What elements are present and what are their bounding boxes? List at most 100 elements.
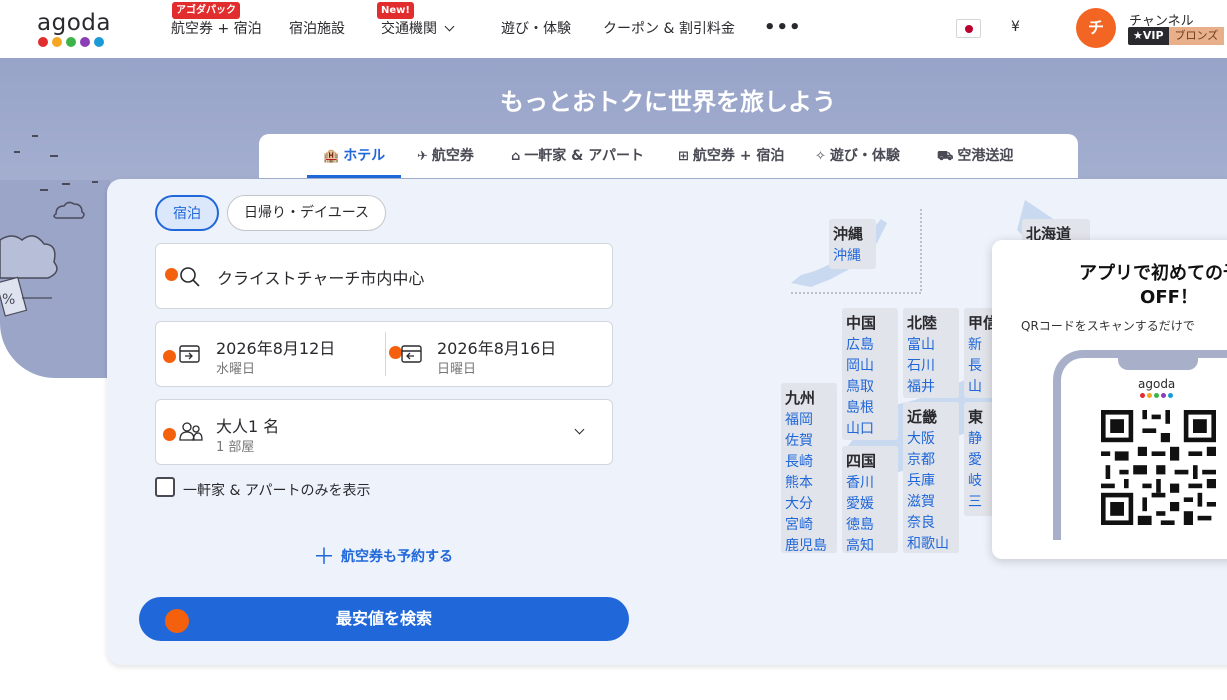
pref-link[interactable]: 富山 (907, 335, 959, 356)
nav-accommodation[interactable]: 宿泊施設 (289, 18, 345, 38)
pref-link[interactable]: 愛 (968, 450, 994, 471)
nav-coupons[interactable]: クーポン & 割引料金 (603, 18, 735, 38)
pref-link[interactable]: 鹿児島 (785, 536, 837, 557)
nav-flight-hotel[interactable]: 航空券 + 宿泊 (171, 18, 262, 38)
pref-link[interactable]: 石川 (907, 356, 959, 377)
region-tokai[interactable]: 東 静 愛 岐 三 (964, 402, 994, 516)
pref-link[interactable]: 大阪 (907, 429, 959, 450)
cloud-illustration: % (0, 135, 98, 317)
pref-link[interactable]: 山口 (846, 419, 898, 440)
region-kinki[interactable]: 近畿 大阪 京都 兵庫 滋賀 奈良 和歌山 (903, 402, 959, 553)
tab-activities[interactable]: ✧ 遊び・体験 (815, 134, 900, 178)
currency-selector[interactable]: ¥ (1011, 19, 1020, 35)
tab-airport-transfer[interactable]: ⛟ 空港送迎 (937, 134, 1013, 178)
pref-link[interactable]: 岡山 (846, 356, 898, 377)
pref-link[interactable]: 大分 (785, 494, 837, 515)
checkin-date[interactable]: 2026年8月12日 (216, 335, 335, 359)
tab-packages[interactable]: ⊞ 航空券 + 宿泊 (678, 134, 784, 178)
pref-link[interactable]: 山 (968, 377, 994, 398)
nav-transport[interactable]: 交通機関 (381, 18, 455, 38)
stay-type-dayuse[interactable]: 日帰り・デイユース (227, 195, 386, 231)
pref-link[interactable]: 広島 (846, 335, 898, 356)
tab-flights[interactable]: ✈ 航空券 (417, 134, 474, 178)
active-tab-indicator (307, 175, 401, 178)
pref-link[interactable]: 香川 (846, 473, 898, 494)
pref-link[interactable]: 宮崎 (785, 515, 837, 536)
pref-link[interactable]: 新 (968, 335, 994, 356)
pref-link[interactable]: 福岡 (785, 410, 837, 431)
pref-link[interactable]: 岐 (968, 471, 994, 492)
pref-link[interactable]: 熊本 (785, 473, 837, 494)
japan-flag-icon[interactable] (956, 19, 981, 38)
product-tabs: 🏨 ホテル ✈ 航空券 ⌂ 一軒家 & アパート ⊞ 航空券 + 宿泊 ✧ 遊び・体験 ⛟… (259, 134, 1078, 178)
pref-link[interactable]: 兵庫 (907, 471, 959, 492)
avatar[interactable]: チ (1076, 8, 1116, 48)
logo-dot (1168, 393, 1173, 398)
tab-packages-label: 航空券 + 宿泊 (692, 148, 785, 164)
logo-dot (1161, 393, 1166, 398)
tab-flights-label: 航空券 (431, 148, 474, 164)
agoda-logo[interactable]: agoda (36, 10, 112, 50)
region-title: 甲信 (968, 314, 994, 332)
pref-link[interactable]: 高知 (846, 536, 898, 557)
pref-link[interactable]: 沖縄 (833, 246, 876, 267)
pref-link[interactable]: 愛媛 (846, 494, 898, 515)
tab-hotels[interactable]: 🏨 ホテル (323, 134, 385, 178)
top-header: agoda アゴダパック 航空券 + 宿泊 宿泊施設 New! 交通機関 遊び・… (0, 0, 1227, 58)
pref-link[interactable]: 長 (968, 356, 994, 377)
add-flight-button[interactable]: ＋ 航空券も予約する (313, 536, 454, 570)
nav-activities[interactable]: 遊び・体験 (501, 18, 571, 38)
tab-homes-label: 一軒家 & アパート (524, 148, 644, 164)
plane-icon: ✈ (417, 149, 428, 164)
region-title: 東 (968, 408, 984, 426)
destination-field[interactable]: クライストチャーチ市内中心 (155, 243, 613, 309)
search-button[interactable]: 最安値を検索 (139, 597, 629, 641)
promo-title-line1: アプリで初めての予約 (1079, 263, 1227, 284)
pref-link[interactable]: 滋賀 (907, 492, 959, 513)
promo-logo-dots (1140, 393, 1173, 398)
promo-title-line2: OFF！ (1140, 287, 1198, 308)
svg-text:%: % (2, 292, 15, 308)
pref-link[interactable]: 静 (968, 429, 994, 450)
pref-link[interactable]: 三 (968, 492, 994, 513)
more-menu-icon[interactable]: ••• (764, 17, 802, 38)
plus-icon: ＋ (313, 545, 336, 570)
pref-link[interactable]: 島根 (846, 398, 898, 419)
pref-link[interactable]: 和歌山 (907, 534, 959, 555)
pref-link[interactable]: 徳島 (846, 515, 898, 536)
stay-type-overnight[interactable]: 宿泊 (155, 195, 219, 231)
logo-dot (52, 37, 62, 47)
add-flight-label: 航空券も予約する (341, 549, 454, 565)
promo-logo: agoda (1138, 377, 1176, 391)
region-okinawa[interactable]: 沖縄 沖縄 (829, 219, 876, 269)
tab-homes[interactable]: ⌂ 一軒家 & アパート (511, 134, 644, 178)
date-field[interactable]: 2026年8月12日 水曜日 2026年8月16日 日曜日 (155, 321, 613, 387)
homes-only-checkbox[interactable] (155, 477, 175, 497)
qr-code-icon[interactable] (1101, 410, 1216, 525)
logo-dot (1147, 393, 1152, 398)
region-chugoku[interactable]: 中国 広島 岡山 鳥取 島根 山口 (842, 308, 898, 440)
pref-link[interactable]: 京都 (907, 450, 959, 471)
pref-link[interactable]: 長崎 (785, 452, 837, 473)
region-shikoku[interactable]: 四国 香川 愛媛 徳島 高知 (842, 446, 898, 554)
nav-transport-label: 交通機関 (381, 21, 437, 37)
region-hokuriku[interactable]: 北陸 富山 石川 福井 (903, 308, 959, 398)
checkout-date[interactable]: 2026年8月16日 (437, 335, 556, 359)
guests-field[interactable]: 大人1 名 1 部屋 (155, 399, 613, 465)
pref-link[interactable]: 佐賀 (785, 431, 837, 452)
pref-link[interactable]: 福井 (907, 377, 959, 398)
logo-dot (38, 37, 48, 47)
guests-icon (179, 422, 203, 441)
region-title: 中国 (846, 314, 877, 332)
field-marker (165, 268, 178, 281)
promo-subtitle: QRコードをスキャンするだけで (1021, 319, 1195, 333)
region-kyushu[interactable]: 九州 福岡 佐賀 長崎 熊本 大分 宮崎 鹿児島 (781, 383, 837, 554)
homes-only-label[interactable]: 一軒家 & アパートのみを表示 (183, 480, 371, 500)
pref-link[interactable]: 奈良 (907, 513, 959, 534)
hotel-icon: 🏨 (323, 149, 340, 164)
region-koshin[interactable]: 甲信 新 長 山 (964, 308, 994, 398)
checkin-calendar-icon (179, 345, 200, 363)
chevron-down-icon (574, 424, 585, 435)
guests-value: 大人1 名 (216, 417, 280, 436)
pref-link[interactable]: 鳥取 (846, 377, 898, 398)
